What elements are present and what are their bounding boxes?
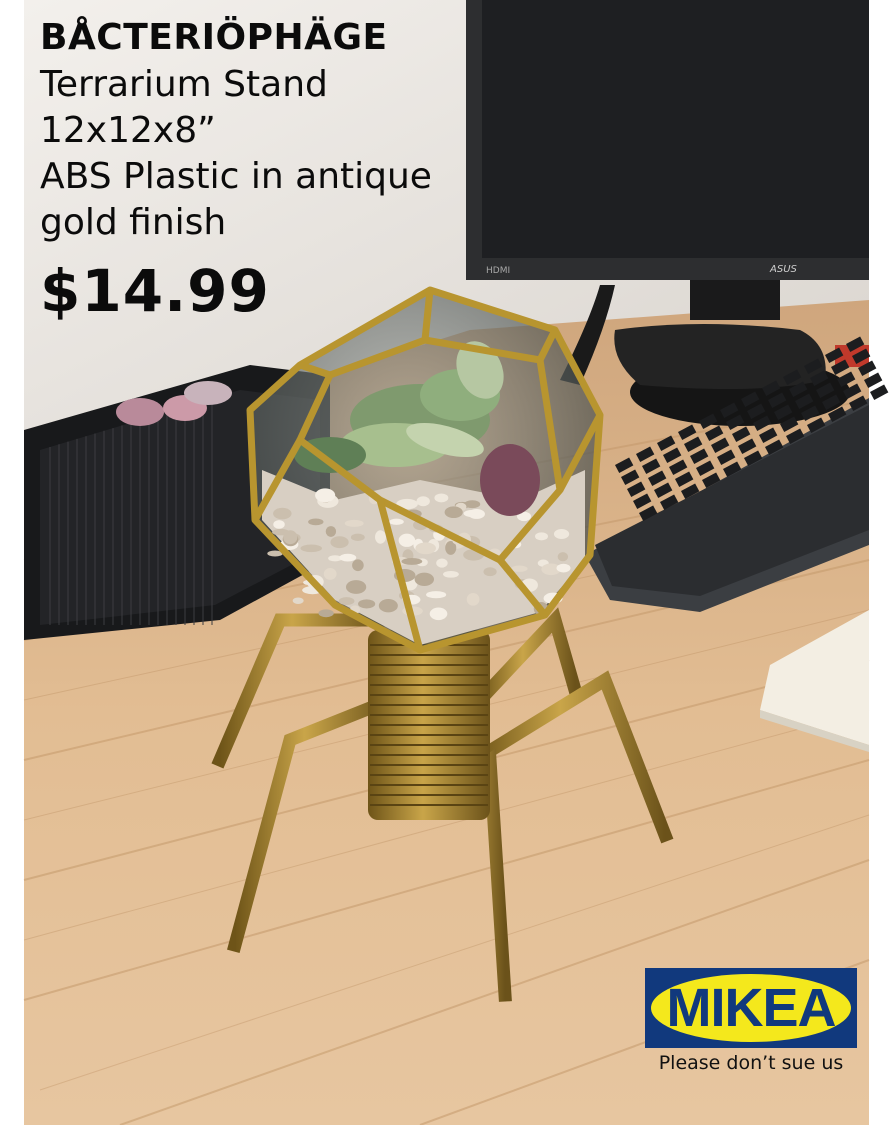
product-line-material: ABS Plastic in antique [40, 156, 432, 197]
monitor-brand: ASUS [769, 264, 798, 275]
product-line-type: Terrarium Stand [40, 64, 328, 105]
product-line-finish: gold finish [40, 202, 227, 243]
hdmi-label: HDMI [486, 266, 510, 276]
phage-stand-neck [368, 630, 490, 820]
product-line-dimensions: 12x12x8” [40, 110, 216, 151]
logo-wordmark: MIKEA [666, 978, 837, 1038]
mikea-logo: MIKEA [645, 968, 857, 1048]
product-price: $14.99 [40, 257, 270, 325]
logo-tagline: Please don’t sue us [658, 1052, 844, 1074]
product-name: BÅCTERIÖPHÄGE [40, 17, 388, 58]
product-caption: BÅCTERIÖPHÄGE Terrarium Stand 12x12x8” A… [40, 14, 432, 326]
